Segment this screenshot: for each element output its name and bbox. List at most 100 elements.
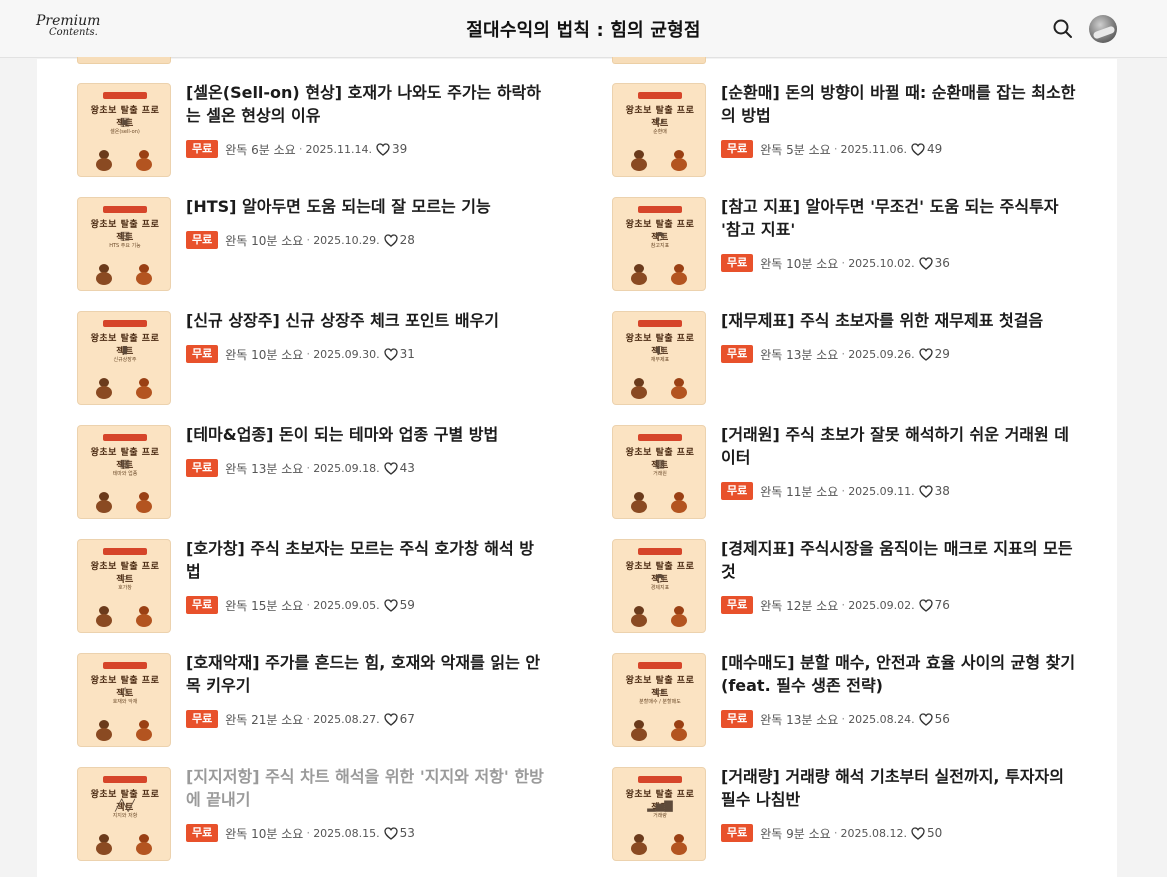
post-thumbnail[interactable]: 왕초보 탈출 프로젝트 ◓ 경제지표 bbox=[612, 539, 706, 633]
read-time: 완독 10분 소요 bbox=[225, 826, 304, 841]
post-thumbnail[interactable]: 왕초보 탈출 프로젝트 ↻ 순환매 bbox=[612, 83, 706, 177]
post-title[interactable]: [경제지표] 주식시장을 움직이는 매크로 지표의 모든 것 bbox=[721, 537, 1081, 583]
post-date: 2025.08.15. bbox=[313, 826, 380, 840]
heart-icon[interactable] bbox=[384, 826, 398, 840]
post-meta: 무료 완독 10분 소요 · 2025.08.15. 53 bbox=[186, 824, 415, 842]
post-card[interactable]: 왕초보 탈출 프로젝트 ▦ 테마와 업종 [테마&업종] 돈이 되는 테마와 업종 구… bbox=[77, 425, 557, 521]
free-badge: 무료 bbox=[721, 596, 754, 614]
heart-icon[interactable] bbox=[919, 712, 933, 726]
post-date: 2025.09.18. bbox=[313, 461, 380, 475]
post-card[interactable]: 왕초보 탈출 프로젝트 ⚠ 호재와 악재 [호재악재] 주가를 흔드는 힘, 호재와 … bbox=[77, 653, 557, 749]
post-title[interactable]: [참고 지표] 알아두면 '무조건' 도움 되는 주식투자 '참고 지표' bbox=[721, 195, 1081, 241]
post-thumbnail[interactable]: 왕초보 탈출 프로젝트 ▭ 분할매수 / 분할매도 bbox=[612, 653, 706, 747]
post-meta: 무료 완독 10분 소요 · 2025.10.02. 36 bbox=[721, 254, 950, 272]
topic-icon: ⚠ bbox=[120, 685, 130, 698]
ant-icon bbox=[667, 834, 691, 856]
post-date: 2025.09.05. bbox=[313, 598, 380, 612]
post-thumbnail[interactable]: 왕초보 탈출 프로젝트 ▦ 테마와 업종 bbox=[77, 425, 171, 519]
thumbnail-caption: 참고지표 bbox=[650, 243, 670, 249]
previous-thumbnail-edge bbox=[612, 57, 706, 64]
heart-icon[interactable] bbox=[384, 233, 398, 247]
post-meta: 무료 완독 21분 소요 · 2025.08.27. 67 bbox=[186, 710, 415, 728]
ant-icon bbox=[627, 720, 651, 742]
post-card[interactable]: 왕초보 탈출 프로젝트 ◐ 재무제표 [재무제표] 주식 초보자를 위한 재무제표 첫… bbox=[612, 311, 1092, 407]
post-card[interactable]: 왕초보 탈출 프로젝트 ↻ 순환매 [순환매] 돈의 방향이 바뀔 때: 순환매를 잡… bbox=[612, 83, 1092, 179]
post-title[interactable]: [지지저항] 주식 차트 해석을 위한 '지지와 저항' 한방에 끝내기 bbox=[186, 765, 546, 811]
post-card[interactable]: 왕초보 탈출 프로젝트 ╱╲╱ 지지와 저항 [지지저항] 주식 차트 해석을 위한 … bbox=[77, 767, 557, 863]
heart-icon[interactable] bbox=[384, 347, 398, 361]
heart-icon[interactable] bbox=[384, 461, 398, 475]
post-thumbnail[interactable]: 왕초보 탈출 프로젝트 ◓ 참고지표 bbox=[612, 197, 706, 291]
post-card[interactable]: 왕초보 탈출 프로젝트 ▣ 셀온(sell-on) [셀온(Sell-on) 현상] … bbox=[77, 83, 557, 179]
post-title[interactable]: [셀온(Sell-on) 현상] 호재가 나와도 주가는 하락하는 셀온 현상의… bbox=[186, 81, 546, 127]
heart-icon[interactable] bbox=[911, 826, 925, 840]
thumbnail-caption: 거래량 bbox=[653, 813, 667, 819]
post-title[interactable]: [호가창] 주식 초보자는 모르는 주식 호가창 해석 방법 bbox=[186, 537, 546, 583]
post-thumbnail[interactable]: 왕초보 탈출 프로젝트 ▂▅▇ 거래량 bbox=[612, 767, 706, 861]
meta-separator: · bbox=[298, 142, 303, 156]
post-card[interactable]: 왕초보 탈출 프로젝트 ▭ 분할매수 / 분할매도 [매수매도] 분할 매수, 안전과… bbox=[612, 653, 1092, 749]
post-thumbnail[interactable]: 왕초보 탈출 프로젝트 ◐ 재무제표 bbox=[612, 311, 706, 405]
like-count: 36 bbox=[934, 256, 950, 270]
post-date: 2025.08.12. bbox=[840, 826, 908, 840]
post-title[interactable]: [신규 상장주] 신규 상장주 체크 포인트 배우기 bbox=[186, 309, 546, 332]
post-date: 2025.09.26. bbox=[848, 347, 915, 361]
thumbnail-band bbox=[103, 206, 147, 213]
post-title[interactable]: [거래원] 주식 초보가 잘못 해석하기 쉬운 거래원 데이터 bbox=[721, 423, 1081, 469]
free-badge: 무료 bbox=[721, 824, 754, 842]
like-count: 43 bbox=[399, 461, 415, 475]
free-badge: 무료 bbox=[186, 140, 219, 158]
post-card[interactable]: 왕초보 탈출 프로젝트 ▮ 신규상장주 [신규 상장주] 신규 상장주 체크 포인트 … bbox=[77, 311, 557, 407]
post-title[interactable]: [테마&업종] 돈이 되는 테마와 업종 구별 방법 bbox=[186, 423, 546, 446]
post-card[interactable]: 왕초보 탈출 프로젝트 ⌕ 호가창 [호가창] 주식 초보자는 모르는 주식 호가창 … bbox=[77, 539, 557, 635]
thumbnail-band bbox=[103, 662, 147, 669]
like-count: 67 bbox=[399, 712, 415, 726]
thumbnail-band bbox=[638, 92, 682, 99]
post-card[interactable]: 왕초보 탈출 프로젝트 ▤ HTS 주요 기능 [HTS] 알아두면 도움 되는데 잘… bbox=[77, 197, 557, 293]
post-thumbnail[interactable]: 왕초보 탈출 프로젝트 ▩ 거래원 bbox=[612, 425, 706, 519]
post-title[interactable]: [거래량] 거래량 해석 기초부터 실전까지, 투자자의 필수 나침반 bbox=[721, 765, 1081, 811]
heart-icon[interactable] bbox=[919, 598, 933, 612]
post-thumbnail[interactable]: 왕초보 탈출 프로젝트 ╱╲╱ 지지와 저항 bbox=[77, 767, 171, 861]
post-title[interactable]: [순환매] 돈의 방향이 바뀔 때: 순환매를 잡는 최소한의 방법 bbox=[721, 81, 1081, 127]
ant-icon bbox=[132, 264, 156, 286]
ant-icon bbox=[92, 150, 116, 172]
heart-icon[interactable] bbox=[919, 347, 933, 361]
post-title[interactable]: [재무제표] 주식 초보자를 위한 재무제표 첫걸음 bbox=[721, 309, 1081, 332]
free-badge: 무료 bbox=[721, 254, 754, 272]
search-icon[interactable] bbox=[1052, 18, 1074, 40]
post-card[interactable]: 왕초보 탈출 프로젝트 ▂▅▇ 거래량 [거래량] 거래량 해석 기초부터 실전까지,… bbox=[612, 767, 1092, 863]
post-card[interactable]: 왕초보 탈출 프로젝트 ▩ 거래원 [거래원] 주식 초보가 잘못 해석하기 쉬운 거… bbox=[612, 425, 1092, 521]
thumbnail-band bbox=[103, 92, 147, 99]
like-count: 56 bbox=[934, 712, 950, 726]
like-count: 49 bbox=[927, 142, 943, 156]
user-avatar[interactable] bbox=[1089, 15, 1117, 43]
free-badge: 무료 bbox=[186, 596, 219, 614]
read-time: 완독 13분 소요 bbox=[760, 347, 839, 362]
heart-icon[interactable] bbox=[911, 142, 925, 156]
post-card[interactable]: 왕초보 탈출 프로젝트 ◓ 경제지표 [경제지표] 주식시장을 움직이는 매크로 지표… bbox=[612, 539, 1092, 635]
post-title[interactable]: [HTS] 알아두면 도움 되는데 잘 모르는 기능 bbox=[186, 195, 546, 218]
post-thumbnail[interactable]: 왕초보 탈출 프로젝트 ▮ 신규상장주 bbox=[77, 311, 171, 405]
heart-icon[interactable] bbox=[384, 712, 398, 726]
thumbnail-caption: 순환매 bbox=[653, 129, 667, 135]
post-card[interactable]: 왕초보 탈출 프로젝트 ◓ 참고지표 [참고 지표] 알아두면 '무조건' 도움 되는… bbox=[612, 197, 1092, 293]
post-thumbnail[interactable]: 왕초보 탈출 프로젝트 ▣ 셀온(sell-on) bbox=[77, 83, 171, 177]
thumbnail-band bbox=[103, 548, 147, 555]
post-title[interactable]: [호재악재] 주가를 흔드는 힘, 호재와 악재를 읽는 안목 키우기 bbox=[186, 651, 546, 697]
thumbnail-band bbox=[103, 776, 147, 783]
heart-icon[interactable] bbox=[384, 598, 398, 612]
heart-icon[interactable] bbox=[376, 142, 390, 156]
post-title[interactable]: [매수매도] 분할 매수, 안전과 효율 사이의 균형 찾기 (feat. 필수… bbox=[721, 651, 1081, 697]
post-date: 2025.10.29. bbox=[313, 233, 380, 247]
heart-icon[interactable] bbox=[919, 256, 933, 270]
post-thumbnail[interactable]: 왕초보 탈출 프로젝트 ⌕ 호가창 bbox=[77, 539, 171, 633]
thumbnail-topic: ⌕ 호가창 bbox=[78, 571, 170, 601]
free-badge: 무료 bbox=[721, 710, 754, 728]
read-time: 완독 12분 소요 bbox=[760, 598, 839, 613]
post-thumbnail[interactable]: 왕초보 탈출 프로젝트 ▤ HTS 주요 기능 bbox=[77, 197, 171, 291]
read-time: 완독 10분 소요 bbox=[225, 233, 304, 248]
heart-icon[interactable] bbox=[919, 484, 933, 498]
ant-icon bbox=[132, 606, 156, 628]
post-thumbnail[interactable]: 왕초보 탈출 프로젝트 ⚠ 호재와 악재 bbox=[77, 653, 171, 747]
